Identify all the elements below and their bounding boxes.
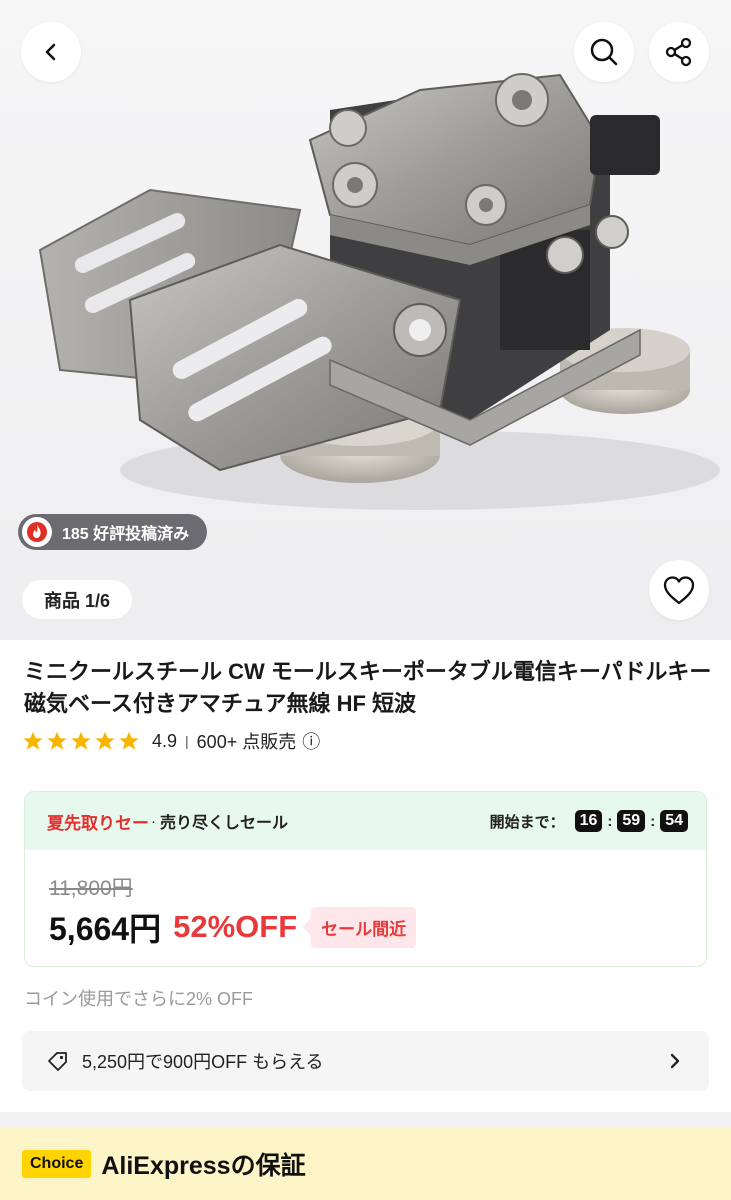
divider: | — [185, 733, 189, 749]
sold-count: 600+ 点販売 — [196, 732, 297, 752]
star-icon — [23, 731, 43, 750]
product-title: ミニクールスチール CW モールスキーポータブル電信キーパドルキー磁気ベース付き… — [24, 659, 712, 716]
coupon-text: 5,250円で900円OFF もらえる — [82, 1052, 324, 1072]
price-row: 5,664円 52%OFF セール間近 — [49, 904, 417, 950]
chevron-left-icon — [45, 43, 56, 61]
sale-tag: 夏先取りセー — [47, 813, 149, 833]
share-icon — [665, 37, 692, 67]
favorite-button[interactable] — [649, 560, 709, 620]
star-icon — [47, 731, 67, 750]
back-button[interactable] — [21, 22, 81, 82]
countdown-label: 開始まで： — [489, 813, 565, 831]
choice-badge: Choice — [22, 1150, 92, 1178]
countdown-seconds: 54 — [660, 810, 688, 832]
section-divider — [0, 1112, 731, 1128]
choice-title: AliExpressの保証 — [101, 1152, 306, 1180]
review-count-badge: 185 好評投稿済み — [18, 514, 208, 550]
search-icon — [590, 38, 618, 66]
review-count-label: 185 好評投稿済み — [62, 526, 190, 543]
sale-subtitle: 売り尽くしセール — [160, 815, 289, 832]
choice-guarantee-bar[interactable]: Choice AliExpressの保証 — [0, 1128, 731, 1200]
coin-discount-note: コイン使用でさらに2% OFF — [24, 989, 254, 1009]
countdown-timer: 開始まで： 16 : 59 : 54 — [490, 810, 688, 832]
rating-value: 4.9 — [152, 730, 178, 751]
sale-header: 夏先取りセー · 売り尽くしセール 開始まで： 16 : 59 : 54 — [25, 792, 706, 850]
chevron-right-icon — [667, 1052, 683, 1070]
countdown-hours: 16 — [574, 810, 603, 832]
sale-soon-badge: セール間近 — [311, 906, 417, 948]
product-image-carousel[interactable]: 185 好評投稿済み 商品 1/6 — [0, 0, 731, 640]
share-button[interactable] — [649, 22, 709, 82]
image-counter: 商品 1/6 — [22, 580, 133, 619]
original-price: 11,800円 — [49, 877, 133, 900]
star-icon — [71, 731, 91, 750]
heart-icon — [663, 576, 695, 605]
countdown-separator: : — [650, 812, 656, 830]
sale-price: 5,664円 — [49, 911, 162, 947]
countdown-minutes: 59 — [617, 810, 646, 832]
sale-panel[interactable]: 夏先取りセー · 売り尽くしセール 開始まで： 16 : 59 : 54 11,… — [24, 791, 707, 967]
rating-row[interactable]: 4.9 | 600+ 点販売 ⓘ — [22, 728, 320, 754]
info-icon[interactable]: ⓘ — [302, 728, 320, 754]
star-icon — [119, 731, 139, 750]
sale-dot: · — [151, 812, 156, 830]
flame-icon — [22, 517, 52, 547]
rating-stars — [22, 730, 142, 752]
coupon-row[interactable]: 5,250円で900円OFF もらえる — [22, 1031, 709, 1091]
discount-label: 52%OFF — [173, 909, 298, 944]
search-button[interactable] — [574, 22, 634, 82]
tag-icon — [46, 1049, 70, 1073]
star-icon — [95, 731, 115, 750]
countdown-separator: : — [607, 812, 613, 830]
